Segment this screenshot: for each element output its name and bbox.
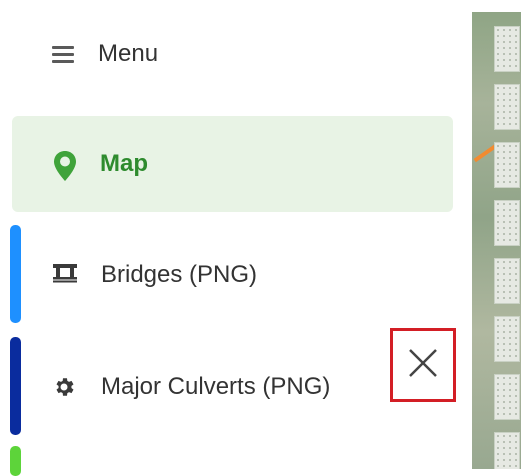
map-tile [494, 316, 520, 362]
map-tile [494, 432, 520, 469]
close-button[interactable] [390, 328, 456, 402]
menu-item-label: Map [100, 150, 148, 177]
menu-title: Menu [98, 40, 159, 67]
side-menu-panel: Menu Map Bridges (PNG) Major Culverts (P… [0, 0, 472, 476]
menu-item-bridges[interactable]: Bridges (PNG) [0, 225, 460, 323]
map-pin-icon [53, 150, 77, 187]
menu-item-label: Major Culverts (PNG) [101, 373, 331, 400]
menu-header[interactable]: Menu [52, 36, 158, 72]
map-tile [494, 258, 520, 304]
map-tile [494, 26, 520, 72]
map-tile [494, 84, 520, 130]
bridge-icon [52, 263, 78, 288]
map-view[interactable] [472, 12, 521, 469]
gear-icon [52, 375, 76, 404]
menu-item-label: Bridges (PNG) [101, 261, 258, 288]
accent-bar [10, 225, 21, 323]
hamburger-icon [52, 45, 74, 63]
menu-item-map[interactable]: Map [12, 116, 453, 212]
map-tile [494, 142, 520, 188]
map-tile [494, 374, 520, 420]
close-icon [408, 348, 438, 383]
accent-bar [10, 337, 21, 435]
map-tile [494, 200, 520, 246]
accent-bar [10, 446, 21, 476]
